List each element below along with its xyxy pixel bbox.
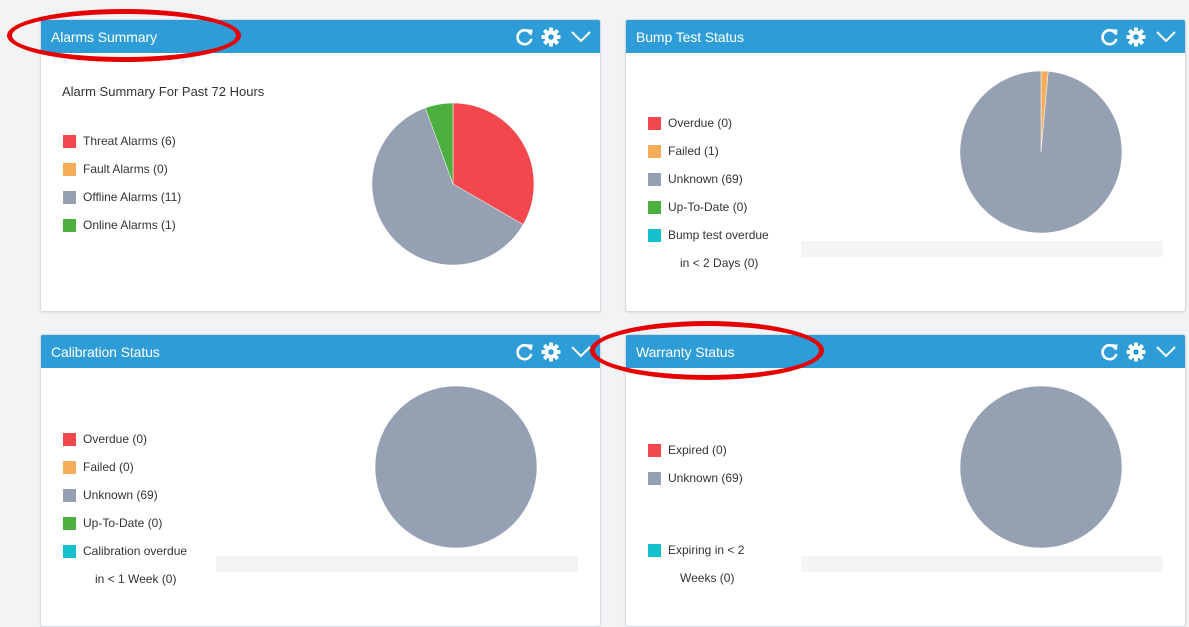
legend-label: Failed (0) — [83, 460, 134, 474]
legend-label: Expiring in < 2 — [668, 543, 745, 557]
refresh-icon[interactable] — [1099, 341, 1121, 363]
chevron-down-icon[interactable] — [570, 341, 592, 363]
bump-test-pie-chart — [959, 70, 1123, 234]
legend-swatch — [648, 472, 661, 485]
legend-swatch — [63, 135, 76, 148]
legend-swatch — [63, 219, 76, 232]
legend-label: Fault Alarms (0) — [83, 162, 168, 176]
gear-icon[interactable] — [540, 26, 562, 48]
legend-label: Online Alarms (1) — [83, 218, 176, 232]
chevron-down-icon[interactable] — [1155, 26, 1177, 48]
legend-swatch — [648, 145, 661, 158]
legend-swatch — [63, 545, 76, 558]
legend-swatch — [63, 163, 76, 176]
legend-swatch — [648, 444, 661, 457]
legend-label: Overdue (0) — [668, 116, 733, 130]
chevron-down-icon[interactable] — [1155, 341, 1177, 363]
refresh-icon[interactable] — [514, 341, 536, 363]
chart-placeholder-bar — [216, 556, 578, 572]
pie-slice[interactable] — [959, 70, 1123, 234]
panel-title: Calibration Status — [51, 344, 160, 360]
chevron-down-icon[interactable] — [570, 26, 592, 48]
gear-icon[interactable] — [1125, 341, 1147, 363]
legend-swatch — [648, 117, 661, 130]
calibration-status-panel: Calibration Status Overdue (0) Failed (0)… — [40, 334, 601, 627]
panel-header: Alarms Summary — [41, 20, 600, 53]
legend-label: Offline Alarms (11) — [83, 190, 182, 204]
warranty-pie-chart — [959, 385, 1123, 549]
panel-title: Alarms Summary — [51, 29, 157, 45]
warranty-status-panel: Warranty Status Expired (0) Unknown (69) E… — [625, 334, 1186, 627]
panel-title: Bump Test Status — [636, 29, 744, 45]
panel-header: Warranty Status — [626, 335, 1185, 368]
alarms-summary-panel: Alarms Summary Alarm Summary For Past 72… — [40, 19, 601, 312]
alarms-pie-chart — [371, 102, 535, 266]
legend-label: Up-To-Date (0) — [83, 516, 163, 530]
legend-label: Expired (0) — [668, 443, 727, 457]
legend-swatch — [63, 461, 76, 474]
panel-header: Bump Test Status — [626, 20, 1185, 53]
legend-label: Failed (1) — [668, 144, 719, 158]
legend-label: Overdue (0) — [83, 432, 148, 446]
legend-swatch — [63, 517, 76, 530]
chart-placeholder-bar — [801, 556, 1163, 572]
gear-icon[interactable] — [1125, 26, 1147, 48]
bump-test-status-panel: Bump Test Status Overdue (0) Failed (1) Un… — [625, 19, 1186, 312]
legend-label: Threat Alarms (6) — [83, 134, 176, 148]
legend-label: Bump test overdue — [668, 228, 769, 242]
panel-header: Calibration Status — [41, 335, 600, 368]
pie-slice[interactable] — [374, 385, 538, 549]
legend-label: Unknown (69) — [83, 488, 158, 502]
pie-slice[interactable] — [959, 385, 1123, 549]
legend-swatch — [648, 544, 661, 557]
legend-label-continued: in < 2 Days (0) — [680, 256, 759, 270]
legend-label: Unknown (69) — [668, 471, 743, 485]
legend-label: Up-To-Date (0) — [668, 200, 748, 214]
refresh-icon[interactable] — [514, 26, 536, 48]
legend-swatch — [63, 489, 76, 502]
panel-subtitle: Alarm Summary For Past 72 Hours — [62, 84, 265, 99]
legend-swatch — [648, 173, 661, 186]
legend-label-continued: in < 1 Week (0) — [95, 572, 177, 586]
legend-swatch — [648, 201, 661, 214]
legend-label-continued: Weeks (0) — [680, 571, 735, 585]
calibration-pie-chart — [374, 385, 538, 549]
legend-swatch — [63, 433, 76, 446]
legend-swatch — [648, 229, 661, 242]
legend-swatch — [63, 191, 76, 204]
chart-placeholder-bar — [801, 241, 1163, 257]
panel-title: Warranty Status — [636, 344, 735, 360]
gear-icon[interactable] — [540, 341, 562, 363]
legend-label: Unknown (69) — [668, 172, 743, 186]
legend-label: Calibration overdue — [83, 544, 188, 558]
refresh-icon[interactable] — [1099, 26, 1121, 48]
